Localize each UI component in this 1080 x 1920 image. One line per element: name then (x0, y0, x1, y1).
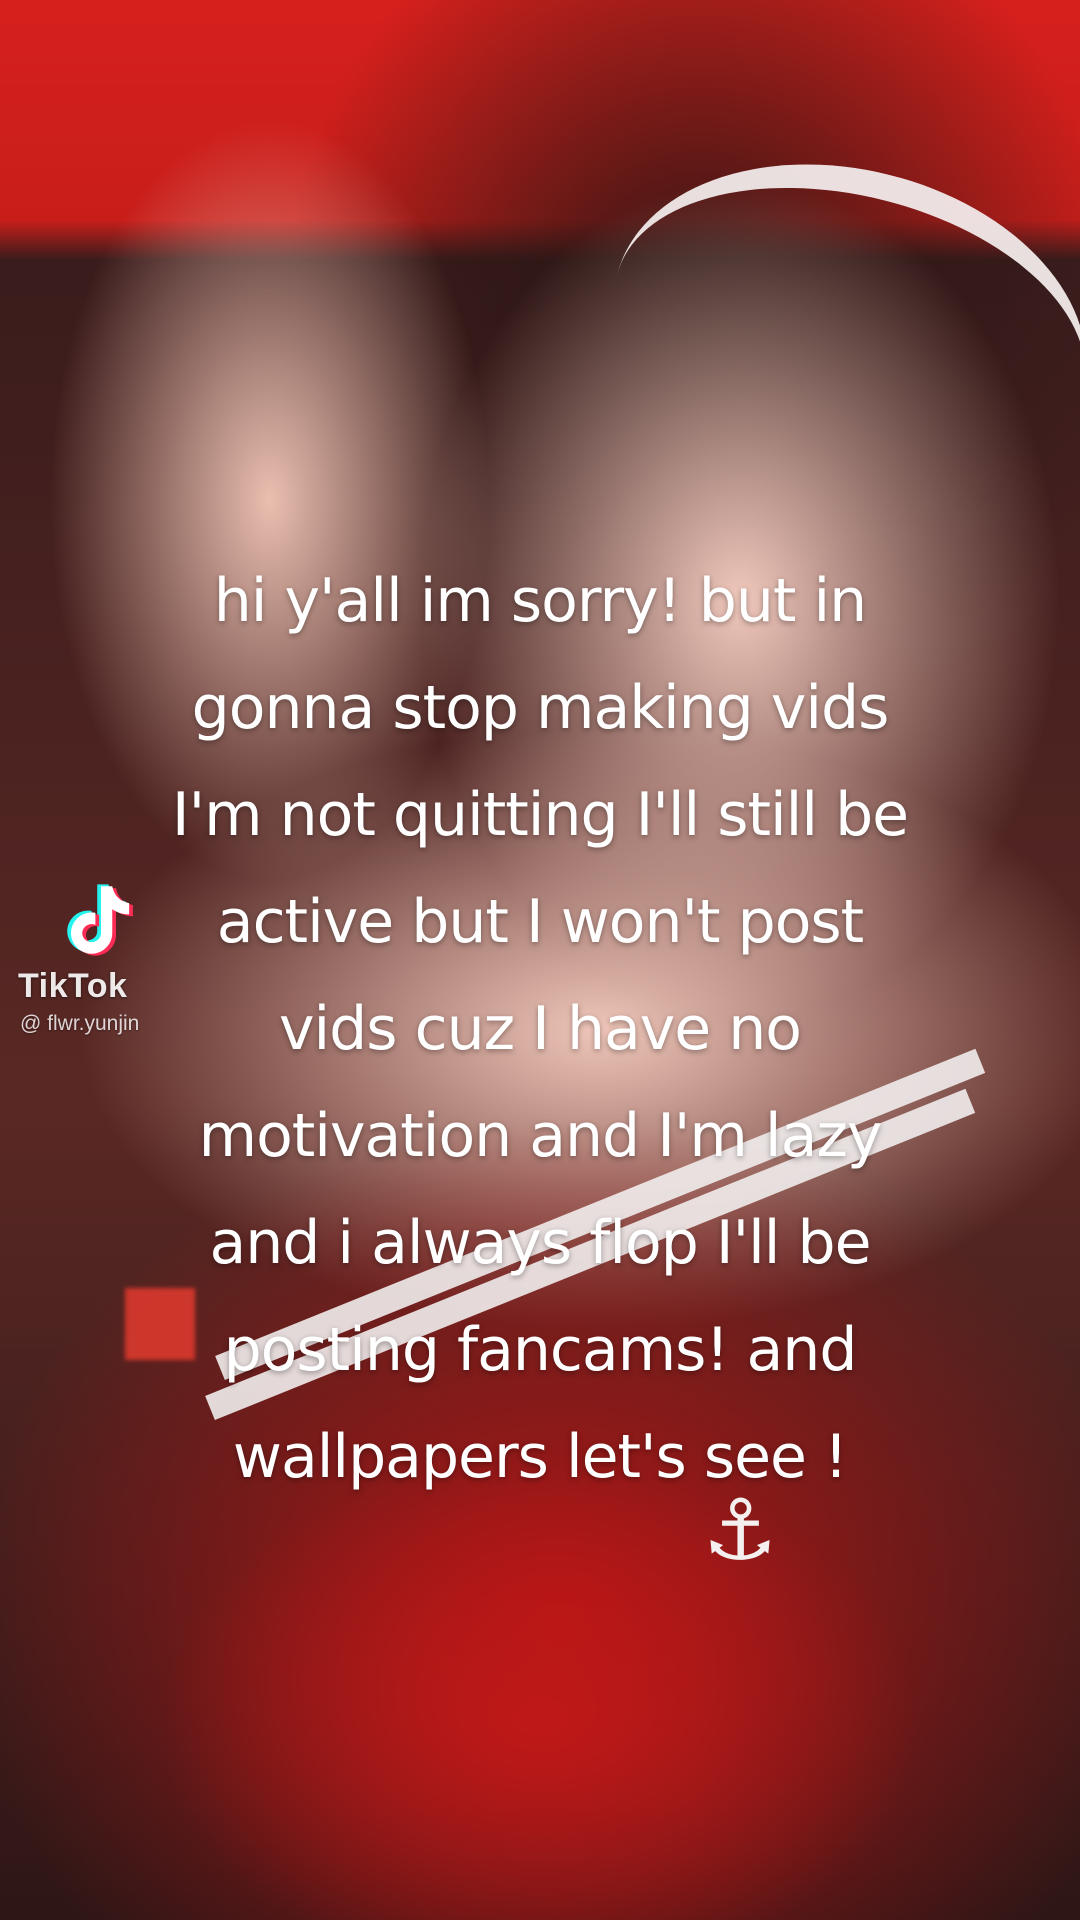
caption-line: posting fancams! and (223, 1315, 858, 1385)
video-frame[interactable]: ⚓ TikTok @ flwr.yunjin hi y'all im sorry… (0, 0, 1080, 1920)
caption-overlay: hi y'all im sorry! but in gonna stop mak… (110, 548, 970, 1511)
caption-line: I'm not quitting I'll still be (171, 780, 909, 850)
caption-line: and i always flop I'll be (209, 1208, 871, 1278)
caption-line: wallpapers let's see ! (232, 1422, 848, 1492)
caption-line: active but I won't post (216, 887, 864, 957)
caption-line: hi y'all im sorry! but in (213, 566, 867, 636)
caption-line: gonna stop making vids (191, 673, 890, 743)
caption-line: vids cuz I have no (279, 994, 802, 1064)
caption-line: motivation and I'm lazy (198, 1101, 883, 1171)
